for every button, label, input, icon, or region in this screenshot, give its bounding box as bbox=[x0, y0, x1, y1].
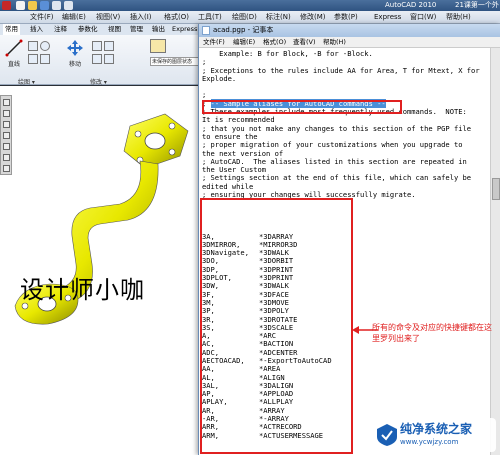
menu-edit[interactable]: 编辑(E) bbox=[62, 11, 86, 24]
move-button[interactable]: 移动 bbox=[64, 39, 86, 68]
move-button-label: 移动 bbox=[68, 61, 81, 68]
menu-insert[interactable]: 插入(I) bbox=[130, 11, 152, 24]
logo-url: www.ycwjzy.com bbox=[400, 438, 459, 446]
toolbar-tool-3-icon[interactable] bbox=[3, 121, 10, 128]
new-file-icon[interactable] bbox=[16, 1, 25, 10]
tab-insert[interactable]: 插入 bbox=[30, 24, 43, 35]
app-title: AutoCAD 2010 bbox=[385, 1, 437, 9]
notepad-menu-file[interactable]: 文件(F) bbox=[203, 37, 225, 48]
ribbon-panel: 直线 移动 未保存的图层状态 绘图 ▾ 修改 ▾ bbox=[0, 35, 205, 86]
notepad-menu-edit[interactable]: 编辑(E) bbox=[233, 37, 255, 48]
menu-dimension[interactable]: 标注(N) bbox=[266, 11, 291, 24]
menu-parametric[interactable]: 参数(P) bbox=[334, 11, 358, 24]
menu-file[interactable]: 文件(F) bbox=[30, 11, 54, 24]
notepad-menu-help[interactable]: 帮助(H) bbox=[323, 37, 346, 48]
autocad-logo-icon[interactable] bbox=[2, 1, 11, 10]
left-toolbar bbox=[0, 95, 12, 175]
watermark-text: 设计师小咖 bbox=[20, 276, 145, 304]
ribbon-tabs: 常用 插入 注释 参数化 视图 管理 输出 Express Tools bbox=[0, 24, 205, 44]
trim-button[interactable] bbox=[104, 41, 114, 51]
menu-express[interactable]: Express bbox=[374, 11, 401, 24]
annotation-text: 所有的命令及对应的快捷键都在这里罗列出来了 bbox=[372, 323, 492, 343]
line-button-label: 直线 bbox=[7, 61, 20, 68]
toolbar-tool-7-icon[interactable] bbox=[3, 165, 10, 172]
undo-icon[interactable] bbox=[52, 1, 61, 10]
tab-parametric[interactable]: 参数化 bbox=[78, 24, 98, 35]
arc-button[interactable] bbox=[28, 54, 38, 64]
rectangle-button[interactable] bbox=[40, 54, 50, 64]
layer-properties-button[interactable] bbox=[150, 39, 166, 53]
notepad-title-bar: acad.pgp - 记事本 bbox=[199, 24, 500, 37]
layer-state-dropdown[interactable]: 未保存的图层状态 bbox=[150, 57, 202, 66]
notepad-title: acad.pgp - 记事本 bbox=[213, 26, 274, 34]
toolbar-tool-6-icon[interactable] bbox=[3, 154, 10, 161]
menu-help[interactable]: 帮助(H) bbox=[446, 11, 471, 24]
redo-icon[interactable] bbox=[64, 1, 73, 10]
menu-window[interactable]: 窗口(W) bbox=[410, 11, 436, 24]
tab-output[interactable]: 输出 bbox=[152, 24, 165, 35]
notepad-menu-bar: 文件(F) 编辑(E) 格式(O) 查看(V) 帮助(H) bbox=[199, 37, 500, 48]
draw-group-label[interactable]: 绘图 ▾ bbox=[18, 77, 35, 86]
app-title-bar: AutoCAD 2010 21课第一个外 bbox=[0, 0, 500, 11]
scrollbar-thumb[interactable] bbox=[492, 178, 500, 200]
tab-manage[interactable]: 管理 bbox=[130, 24, 143, 35]
line-icon bbox=[5, 39, 23, 57]
tab-view[interactable]: 视图 bbox=[108, 24, 121, 35]
polyline-button[interactable] bbox=[28, 41, 38, 51]
notepad-icon bbox=[202, 26, 210, 35]
save-icon[interactable] bbox=[40, 1, 49, 10]
toolbar-tool-1-icon[interactable] bbox=[3, 99, 10, 106]
line-button[interactable]: 直线 bbox=[3, 39, 25, 68]
highlight-box-heading bbox=[202, 100, 402, 114]
logo-name: 纯净系统之家 bbox=[400, 422, 473, 436]
text-line: ; Exceptions to the rules include AA for… bbox=[202, 65, 480, 75]
menu-modify[interactable]: 修改(M) bbox=[300, 11, 326, 24]
notepad-vertical-scrollbar[interactable] bbox=[490, 48, 500, 455]
circle-button[interactable] bbox=[40, 41, 50, 51]
menu-format[interactable]: 格式(O) bbox=[164, 11, 189, 24]
notepad-menu-view[interactable]: 查看(V) bbox=[293, 37, 316, 48]
toolbar-tool-2-icon[interactable] bbox=[3, 110, 10, 117]
highlight-box-aliases bbox=[200, 198, 353, 454]
rotate-button[interactable] bbox=[92, 41, 102, 51]
notepad-menu-format[interactable]: 格式(O) bbox=[263, 37, 286, 48]
menu-bar: 文件(F) 编辑(E) 视图(V) 插入(I) 格式(O) 工具(T) 绘图(D… bbox=[0, 11, 500, 24]
mirror-button[interactable] bbox=[104, 54, 114, 64]
move-icon bbox=[67, 40, 83, 56]
site-logo: 纯净系统之家 www.ycwjzy.com bbox=[372, 418, 496, 452]
tab-annotate[interactable]: 注释 bbox=[54, 24, 67, 35]
text-line bbox=[202, 83, 490, 91]
logo-icon bbox=[377, 424, 397, 446]
text-line: Example: B for Block, -B for -Block. bbox=[202, 50, 373, 58]
copy-button[interactable] bbox=[92, 54, 102, 64]
toolbar-tool-5-icon[interactable] bbox=[3, 143, 10, 150]
tab-home[interactable]: 常用 bbox=[3, 24, 20, 35]
menu-view[interactable]: 视图(V) bbox=[96, 11, 120, 24]
toolbar-tool-4-icon[interactable] bbox=[3, 132, 10, 139]
menu-tools[interactable]: 工具(T) bbox=[198, 11, 222, 24]
text-line: Explode. bbox=[202, 73, 237, 83]
document-title: 21课第一个外 bbox=[455, 1, 499, 9]
menu-draw[interactable]: 绘图(D) bbox=[232, 11, 257, 24]
open-file-icon[interactable] bbox=[28, 1, 37, 10]
layer-state-text: 未保存的图层状态 bbox=[152, 59, 193, 65]
modify-group-label[interactable]: 修改 ▾ bbox=[90, 77, 107, 86]
